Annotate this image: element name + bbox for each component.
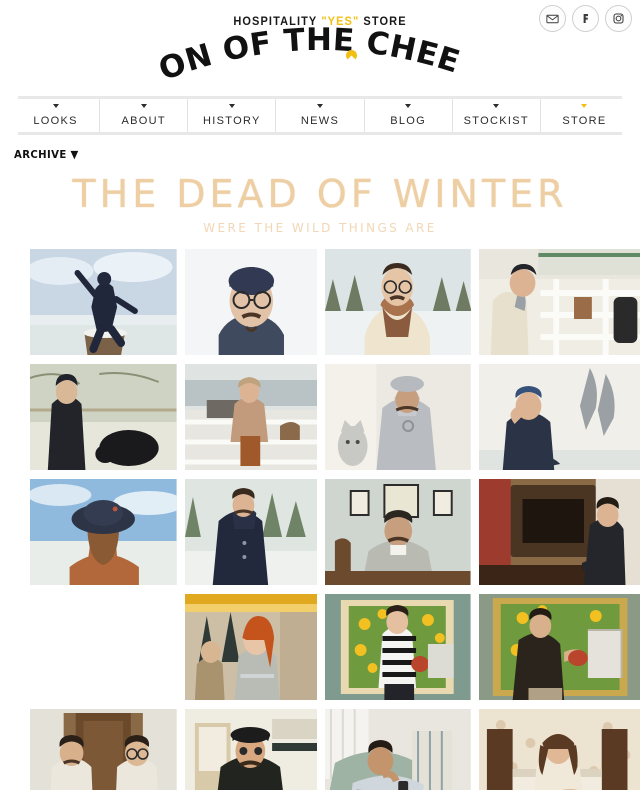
nav-item-label: ABOUT [121, 115, 166, 127]
gallery-photo[interactable] [325, 248, 471, 355]
gallery-photo[interactable] [478, 478, 640, 585]
gallery-photo[interactable] [478, 593, 640, 700]
gallery-photo[interactable] [325, 708, 471, 790]
page-subtitle: WERE THE WILD THINGS ARE [203, 220, 437, 235]
nav-item-store[interactable]: STORE [541, 99, 628, 132]
gallery-photo[interactable] [184, 248, 318, 355]
nav-item-label: BLOG [390, 115, 427, 127]
site-logo[interactable]: HOSPITALITY "YES" STORE SON OF THE CHEES… [0, 2, 640, 88]
gallery-photo[interactable] [325, 593, 471, 700]
chevron-down-icon [493, 104, 500, 108]
chevron-down-icon [228, 104, 235, 108]
gallery-row [30, 593, 640, 700]
nav-item-label: HISTORY [203, 115, 261, 127]
gallery-photo[interactable] [184, 593, 318, 700]
gallery-photo[interactable] [478, 363, 640, 470]
site-header: HOSPITALITY "YES" STORE SON OF THE CHEES… [0, 0, 640, 96]
gallery-photo[interactable] [30, 478, 177, 585]
lookbook-gallery [0, 248, 640, 790]
gallery-photo[interactable] [325, 363, 471, 470]
archive-bar: ARCHIVE ▼ [0, 135, 640, 167]
nav-item-about[interactable]: ABOUT [100, 99, 189, 132]
gallery-row [30, 363, 640, 470]
nav-item-blog[interactable]: BLOG [365, 99, 453, 132]
gallery-photo[interactable] [30, 248, 177, 355]
nav-item-label: STOCKIST [463, 115, 529, 127]
nav-item-history[interactable]: HISTORY [188, 99, 277, 132]
gallery-photo[interactable] [184, 478, 318, 585]
archive-dropdown[interactable]: ARCHIVE ▼ [14, 148, 79, 161]
gallery-photo[interactable] [478, 708, 640, 790]
gallery-photo[interactable] [30, 363, 177, 470]
gallery-photo[interactable] [184, 363, 318, 470]
chevron-down-icon [581, 104, 588, 108]
gallery-photo[interactable] [478, 248, 640, 355]
nav-item-label: STORE [562, 115, 607, 127]
gallery-empty-cell [30, 594, 177, 700]
nav-item-label: LOOKS [33, 115, 78, 127]
nav-item-label: NEWS [300, 115, 340, 127]
chevron-down-icon [316, 104, 323, 108]
gallery-row [30, 708, 640, 790]
gallery-row [30, 248, 640, 355]
collection-header: THE DEAD OF WINTER WERE THE WILD THINGS … [0, 167, 640, 235]
chevron-down-icon [405, 104, 412, 108]
gallery-row [30, 478, 640, 585]
gallery-photo[interactable] [30, 708, 177, 790]
gallery-photo[interactable] [325, 478, 471, 585]
logo-wordmark: SON OF THE CHEESE [154, 2, 470, 88]
chevron-down-icon [52, 104, 59, 108]
page-title: THE DEAD OF WINTER [72, 172, 568, 216]
chevron-down-icon [140, 104, 147, 108]
nav-item-stockist[interactable]: STOCKIST [453, 99, 541, 132]
main-navigation: LOOKS ABOUT HISTORY NEWS BLOG STOCKIST S… [0, 99, 640, 132]
nav-item-news[interactable]: NEWS [276, 99, 365, 132]
nav-item-looks[interactable]: LOOKS [12, 99, 101, 132]
gallery-photo[interactable] [184, 708, 318, 790]
